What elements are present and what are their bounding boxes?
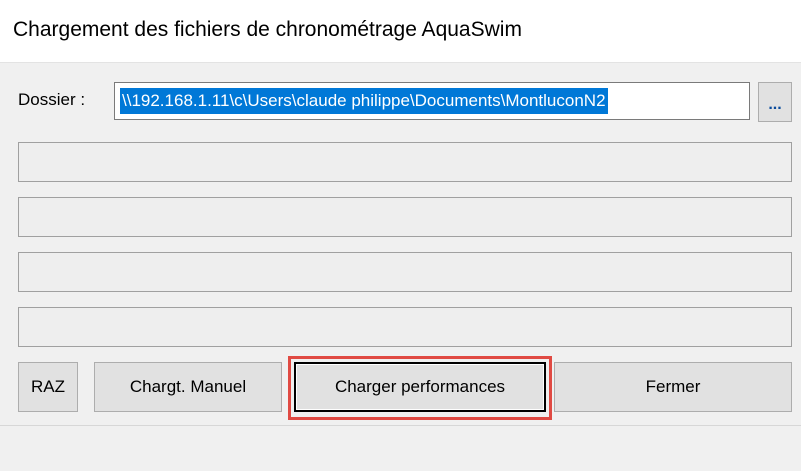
aquaswim-loader-window: Chargement des fichiers de chronométrage… [0,0,801,471]
status-line-1 [18,142,792,182]
status-line-4 [18,307,792,347]
raz-button[interactable]: RAZ [18,362,78,412]
folder-path-value[interactable]: \\192.168.1.11\c\Users\claude philippe\D… [120,88,608,114]
load-performances-button[interactable]: Charger performances [294,362,546,412]
status-line-3 [18,252,792,292]
folder-label: Dossier : [18,90,86,109]
manual-load-button[interactable]: Chargt. Manuel [94,362,282,412]
status-line-2 [18,197,792,237]
folder-path-input[interactable]: \\192.168.1.11\c\Users\claude philippe\D… [114,82,750,120]
browse-folder-button[interactable]: ... [758,82,792,122]
title-bar: Chargement des fichiers de chronométrage… [0,0,801,63]
status-bar [0,425,801,471]
close-button[interactable]: Fermer [554,362,792,412]
window-title: Chargement des fichiers de chronométrage… [13,18,522,41]
